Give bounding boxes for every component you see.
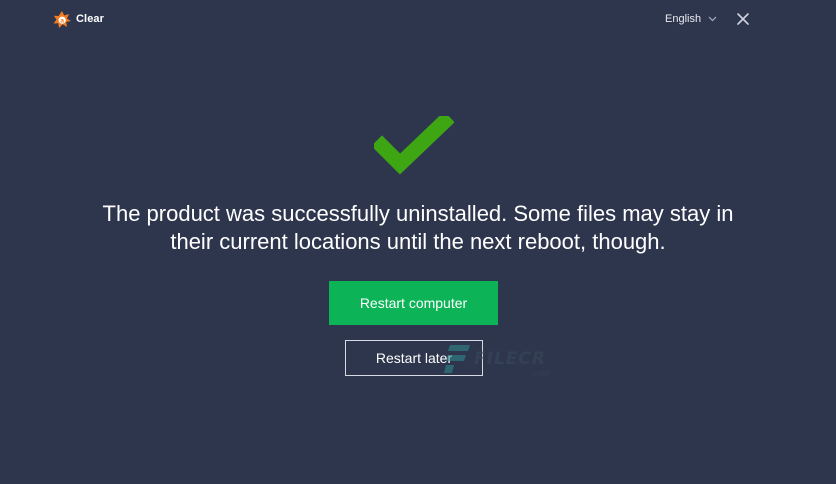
watermark-text: FILECR .com: [474, 349, 550, 378]
filecr-logo-icon: [444, 345, 470, 373]
restart-computer-button[interactable]: Restart computer: [329, 281, 498, 325]
chevron-down-icon: [708, 16, 717, 22]
watermark-label: FILECR: [474, 349, 546, 369]
svg-text:a: a: [60, 18, 64, 25]
close-icon[interactable]: [736, 12, 750, 26]
message-line-1: The product was successfully uninstalled…: [102, 201, 734, 226]
message-line-2: their current locations until the next r…: [170, 229, 666, 254]
watermark-subtext: .com: [530, 369, 550, 378]
language-label: English: [665, 13, 702, 25]
success-message: The product was successfully uninstalled…: [0, 200, 836, 256]
app-name: Clear: [76, 13, 105, 25]
title-bar: a Clear English: [0, 0, 836, 40]
avast-logo-icon: a: [53, 11, 71, 28]
checkmark-icon: [374, 116, 454, 175]
filecr-watermark: FILECR .com: [440, 343, 550, 378]
language-selector[interactable]: English: [665, 13, 717, 25]
